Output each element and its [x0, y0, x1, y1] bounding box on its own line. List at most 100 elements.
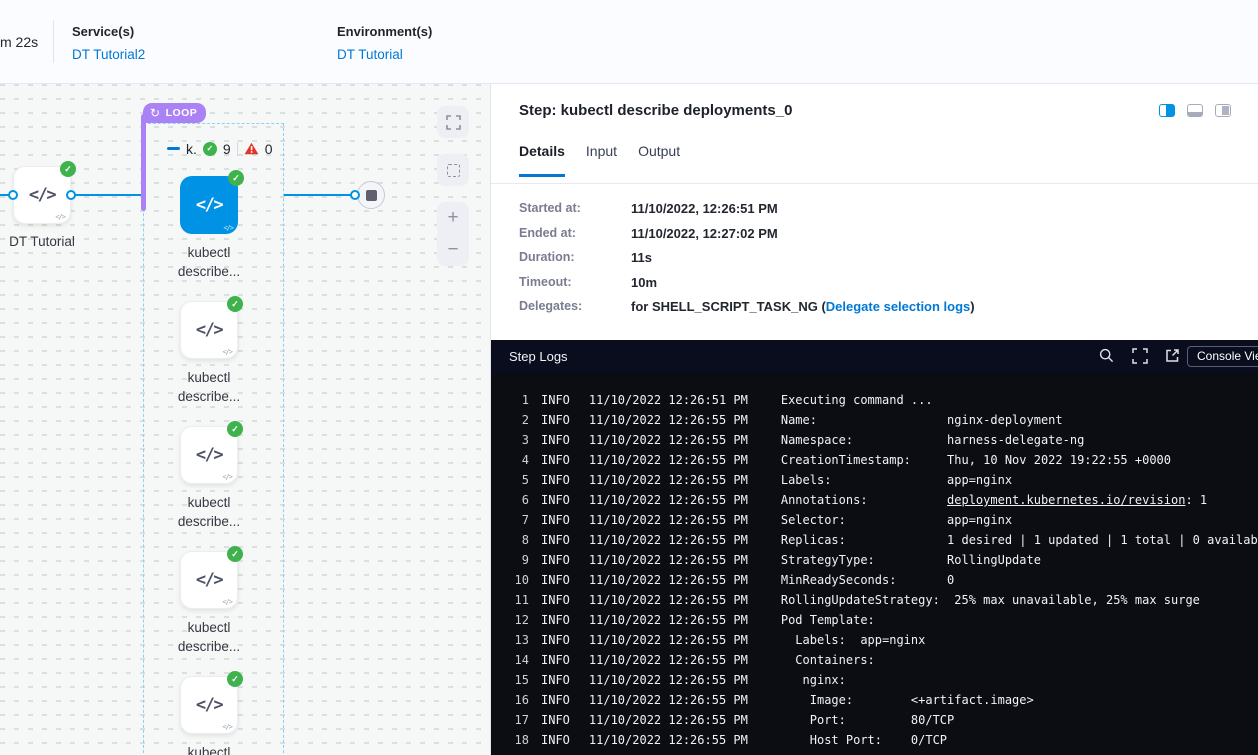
step-logs-console[interactable]: 1INFO11/10/2022 12:26:51 PMExecuting com…	[491, 372, 1258, 755]
step-details-section: Started at:11/10/2022, 12:26:51 PMEnded …	[491, 184, 1258, 340]
log-level: INFO	[541, 533, 570, 547]
node-dt-tutorial[interactable]: </> </> ✓	[13, 166, 71, 224]
code-icon: </>	[196, 445, 222, 465]
detail-row: Ended at:11/10/2022, 12:27:02 PM	[519, 226, 1258, 251]
detail-row: Delegates:for SHELL_SCRIPT_TASK_NG (Dele…	[519, 299, 1258, 324]
detail-value: 10m	[631, 275, 657, 290]
log-line: 3INFO11/10/2022 12:26:55 PMNamespace: ha…	[491, 430, 1258, 450]
zoom-out-button[interactable]: −	[437, 234, 469, 266]
detail-value: 11s	[631, 250, 652, 265]
log-line: 12INFO11/10/2022 12:26:55 PMPod Template…	[491, 610, 1258, 630]
code-icon: </>	[29, 185, 55, 205]
log-message: Selector: app=nginx	[781, 513, 1012, 527]
log-message: CreationTimestamp: Thu, 10 Nov 2022 19:2…	[781, 453, 1171, 467]
log-line: 18INFO11/10/2022 12:26:55 PM Host Port: …	[491, 730, 1258, 750]
tab-details[interactable]: Details	[519, 143, 565, 177]
loop-node-5[interactable]: </></>✓	[180, 676, 238, 734]
environments-block: Environment(s) DT Tutorial	[337, 24, 432, 64]
detail-label: Duration:	[519, 250, 631, 264]
loop-node-label[interactable]: kubectl	[164, 368, 254, 387]
log-message: RollingUpdateStrategy: 25% max unavailab…	[781, 593, 1200, 607]
loop-node-label[interactable]: kubectl	[164, 243, 254, 262]
detail-row: Duration:11s	[519, 250, 1258, 275]
layout-right-view-icon[interactable]	[1215, 104, 1231, 117]
tab-input[interactable]: Input	[586, 143, 617, 177]
log-level: INFO	[541, 653, 570, 667]
loop-badge-tail	[141, 114, 146, 211]
log-message: Pod Template:	[781, 613, 875, 627]
zoom-in-button[interactable]: +	[437, 202, 469, 234]
layout-bottom-view-icon[interactable]	[1187, 104, 1203, 117]
step-panel-header: Step: kubectl describe deployments_0 Det…	[491, 84, 1258, 184]
loop-node-label[interactable]: describe...	[164, 512, 254, 531]
step-tabs: Details Input Output	[519, 143, 680, 177]
log-line-number: 14	[505, 653, 529, 667]
success-badge-icon: ✓	[227, 671, 243, 687]
log-open-new-tab-button[interactable]	[1165, 348, 1180, 368]
service-link[interactable]: DT Tutorial2	[72, 47, 145, 62]
execution-header: m 22s Service(s) DT Tutorial2 Environmen…	[0, 0, 1258, 84]
elapsed-time: m 22s	[0, 34, 38, 50]
loop-node-label[interactable]: kubectl	[164, 618, 254, 637]
code-icon: </>	[196, 320, 222, 340]
search-icon	[1099, 348, 1114, 363]
node-label-dt-tutorial[interactable]: DT Tutorial	[0, 232, 87, 251]
shell-script-corner-icon: </>	[222, 723, 232, 731]
loop-node-label[interactable]: describe...	[164, 387, 254, 406]
canvas-select-button[interactable]	[437, 154, 469, 186]
port-start-left	[8, 190, 18, 200]
log-line: 17INFO11/10/2022 12:26:55 PM Port: 80/TC…	[491, 710, 1258, 730]
loop-badge[interactable]: ↻ LOOP	[143, 103, 206, 123]
log-message: Replicas: 1 desired | 1 updated | 1 tota…	[781, 533, 1258, 547]
log-timestamp: 11/10/2022 12:26:55 PM	[589, 453, 748, 467]
loop-node-label[interactable]: describe...	[164, 637, 254, 656]
log-message: Containers:	[781, 653, 875, 667]
detail-row: Timeout:10m	[519, 275, 1258, 300]
layout-split-view-icon[interactable]	[1159, 104, 1175, 117]
warning-triangle-icon	[244, 142, 259, 155]
log-timestamp: 11/10/2022 12:26:55 PM	[589, 573, 748, 587]
loop-node-label[interactable]: kubectl	[164, 743, 254, 755]
console-view-button[interactable]: Console View	[1187, 346, 1258, 367]
loop-node-4[interactable]: </></>✓	[180, 551, 238, 609]
fullscreen-icon	[446, 115, 461, 130]
loop-node-label[interactable]: kubectl	[164, 493, 254, 512]
detail-label: Ended at:	[519, 226, 631, 240]
log-line-number: 1	[505, 393, 529, 407]
canvas-zoom-controls: + −	[437, 202, 469, 266]
log-message: Name: nginx-deployment	[781, 413, 1063, 427]
log-line-number: 8	[505, 533, 529, 547]
log-line: 1INFO11/10/2022 12:26:51 PMExecuting com…	[491, 390, 1258, 410]
code-icon: </>	[196, 195, 222, 215]
loop-node-label[interactable]: describe...	[164, 262, 254, 281]
selection-box-icon	[447, 164, 460, 177]
log-annotation-link[interactable]: deployment.kubernetes.io/revision	[947, 493, 1185, 507]
success-badge-icon: ✓	[228, 170, 244, 186]
log-message: Labels: app=nginx	[781, 633, 926, 647]
delegate-selection-logs-link[interactable]: Delegate selection logs	[826, 299, 971, 314]
log-message: StrategyType: RollingUpdate	[781, 553, 1041, 567]
loop-node-3[interactable]: </></>✓	[180, 426, 238, 484]
environment-link[interactable]: DT Tutorial	[337, 47, 403, 62]
log-timestamp: 11/10/2022 12:26:55 PM	[589, 493, 748, 507]
code-icon: </>	[196, 695, 222, 715]
step-title: Step: kubectl describe deployments_0	[519, 102, 792, 119]
canvas-fullscreen-button[interactable]	[437, 106, 469, 138]
loop-node-2[interactable]: </></>✓	[180, 301, 238, 359]
log-line: 2INFO11/10/2022 12:26:55 PMName: nginx-d…	[491, 410, 1258, 430]
log-line-number: 11	[505, 593, 529, 607]
pipeline-canvas[interactable]: </> </> ✓ DT Tutorial ↻ LOOP k. ✓ 9 0 </…	[0, 84, 490, 755]
log-level: INFO	[541, 673, 570, 687]
loop-node-1[interactable]: </></>✓	[180, 176, 238, 234]
log-message: Namespace: harness-delegate-ng	[781, 433, 1084, 447]
log-fullscreen-button[interactable]	[1132, 348, 1148, 369]
detail-value: 11/10/2022, 12:27:02 PM	[631, 226, 778, 241]
success-badge-icon: ✓	[227, 546, 243, 562]
collapse-group-button[interactable]	[167, 147, 180, 150]
log-line-number: 15	[505, 673, 529, 687]
end-node[interactable]	[357, 181, 385, 209]
header-divider	[53, 20, 54, 63]
tab-output[interactable]: Output	[638, 143, 680, 177]
log-search-button[interactable]	[1099, 348, 1114, 368]
log-line: 5INFO11/10/2022 12:26:55 PMLabels: app=n…	[491, 470, 1258, 490]
